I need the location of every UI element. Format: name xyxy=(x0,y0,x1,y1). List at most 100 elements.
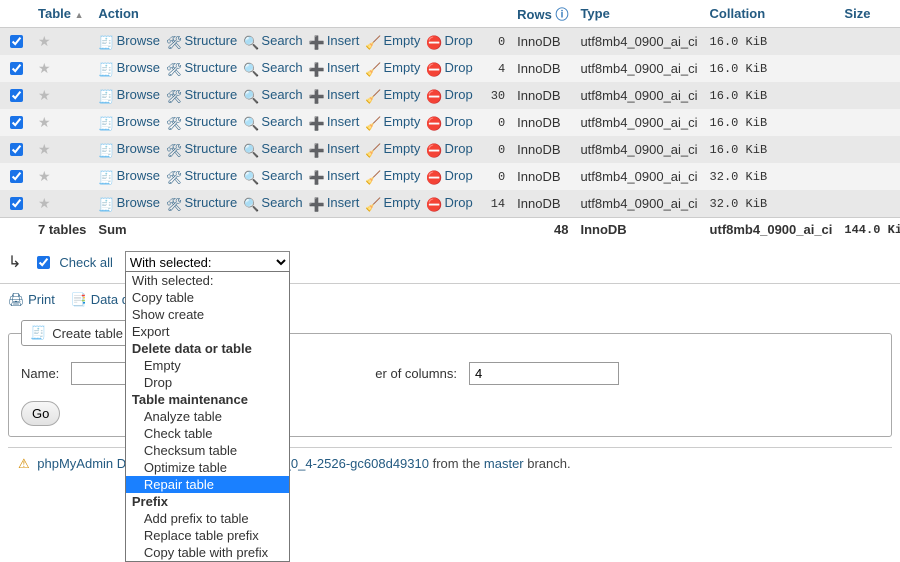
drop-link[interactable]: ⛔Drop xyxy=(426,33,472,48)
insert-link[interactable]: ➕Insert xyxy=(309,195,360,210)
favorite-star-icon[interactable]: ★ xyxy=(38,195,51,211)
browse-link[interactable]: 🧾Browse xyxy=(98,60,160,75)
opt-with-selected[interactable]: With selected: xyxy=(126,272,289,289)
check-all-checkbox[interactable] xyxy=(37,256,50,269)
opt-check[interactable]: Check table xyxy=(126,425,289,442)
row-checkbox[interactable] xyxy=(10,197,23,210)
search-link[interactable]: 🔍Search xyxy=(243,114,302,129)
empty-icon: 🧹 xyxy=(365,62,381,78)
drop-link[interactable]: ⛔Drop xyxy=(426,195,472,210)
row-checkbox[interactable] xyxy=(10,89,23,102)
help-icon[interactable]: ⓘ xyxy=(555,7,568,22)
structure-link[interactable]: 🛠Structure xyxy=(166,60,237,75)
opt-checksum[interactable]: Checksum table xyxy=(126,442,289,459)
drop-link[interactable]: ⛔Drop xyxy=(426,60,472,75)
row-checkbox[interactable] xyxy=(10,116,23,129)
optgroup-delete: Delete data or table xyxy=(126,340,289,357)
empty-link[interactable]: 🧹Empty xyxy=(365,114,420,129)
row-size: 16.0 KiB xyxy=(704,28,839,56)
structure-icon: 🛠 xyxy=(166,143,183,159)
favorite-star-icon[interactable]: ★ xyxy=(38,141,51,157)
drop-link[interactable]: ⛔Drop xyxy=(426,87,472,102)
empty-link[interactable]: 🧹Empty xyxy=(365,195,420,210)
browse-link[interactable]: 🧾Browse xyxy=(98,33,160,48)
empty-link[interactable]: 🧹Empty xyxy=(365,168,420,183)
row-count: 0 xyxy=(485,136,511,163)
empty-link[interactable]: 🧹Empty xyxy=(365,87,420,102)
row-count: 0 xyxy=(485,28,511,56)
col-size[interactable]: Size xyxy=(838,0,900,28)
summary-size: 144.0 KiB xyxy=(838,218,900,242)
insert-link[interactable]: ➕Insert xyxy=(309,168,360,183)
row-collation: utf8mb4_0900_ai_ci xyxy=(574,82,703,109)
col-collation[interactable]: Collation xyxy=(704,0,839,28)
print-link[interactable]: 🖨 Print xyxy=(8,292,55,308)
browse-link[interactable]: 🧾Browse xyxy=(98,195,160,210)
opt-replace-prefix[interactable]: Replace table prefix xyxy=(126,527,289,544)
browse-link[interactable]: 🧾Browse xyxy=(98,168,160,183)
favorite-star-icon[interactable]: ★ xyxy=(38,60,51,76)
structure-link[interactable]: 🛠Structure xyxy=(166,87,237,102)
browse-link[interactable]: 🧾Browse xyxy=(98,141,160,156)
search-link[interactable]: 🔍Search xyxy=(243,60,302,75)
search-link[interactable]: 🔍Search xyxy=(243,168,302,183)
empty-link[interactable]: 🧹Empty xyxy=(365,60,420,75)
structure-link[interactable]: 🛠Structure xyxy=(166,141,237,156)
drop-icon: ⛔ xyxy=(426,35,442,51)
opt-copy-table[interactable]: Copy table xyxy=(126,289,289,306)
browse-link[interactable]: 🧾Browse xyxy=(98,87,160,102)
insert-link[interactable]: ➕Insert xyxy=(309,33,360,48)
structure-link[interactable]: 🛠Structure xyxy=(166,168,237,183)
opt-copy-prefix[interactable]: Copy table with prefix xyxy=(126,544,289,561)
master-branch-link[interactable]: master xyxy=(484,456,524,471)
opt-drop[interactable]: Drop xyxy=(126,374,289,391)
structure-link[interactable]: 🛠Structure xyxy=(166,33,237,48)
opt-analyze[interactable]: Analyze table xyxy=(126,408,289,425)
opt-add-prefix[interactable]: Add prefix to table xyxy=(126,510,289,527)
empty-link[interactable]: 🧹Empty xyxy=(365,33,420,48)
insert-link[interactable]: ➕Insert xyxy=(309,60,360,75)
favorite-star-icon[interactable]: ★ xyxy=(38,87,51,103)
columns-input[interactable] xyxy=(469,362,619,385)
go-button[interactable]: Go xyxy=(21,401,60,426)
opt-repair[interactable]: Repair table xyxy=(126,476,289,493)
search-link[interactable]: 🔍Search xyxy=(243,33,302,48)
row-checkbox[interactable] xyxy=(10,62,23,75)
structure-icon: 🛠 xyxy=(166,35,183,51)
favorite-star-icon[interactable]: ★ xyxy=(38,168,51,184)
browse-link[interactable]: 🧾Browse xyxy=(98,114,160,129)
col-table[interactable]: Table ▲ xyxy=(32,0,92,28)
search-link[interactable]: 🔍Search xyxy=(243,141,302,156)
row-checkbox[interactable] xyxy=(10,170,23,183)
structure-link[interactable]: 🛠Structure xyxy=(166,195,237,210)
opt-optimize[interactable]: Optimize table xyxy=(126,459,289,476)
empty-link[interactable]: 🧹Empty xyxy=(365,141,420,156)
search-link[interactable]: 🔍Search xyxy=(243,87,302,102)
col-rows[interactable]: Rows ⓘ xyxy=(511,0,574,28)
row-checkbox[interactable] xyxy=(10,35,23,48)
row-size: 16.0 KiB xyxy=(704,82,839,109)
search-link[interactable]: 🔍Search xyxy=(243,195,302,210)
table-row: ★ 🧾Browse 🛠Structure 🔍Search ➕Insert 🧹Empty ⛔D… xyxy=(0,55,900,82)
with-selected-select[interactable]: With selected: xyxy=(125,251,290,273)
row-checkbox[interactable] xyxy=(10,143,23,156)
browse-icon: 🧾 xyxy=(98,116,114,132)
warning-icon: ⚠ xyxy=(18,456,30,472)
drop-link[interactable]: ⛔Drop xyxy=(426,114,472,129)
opt-export[interactable]: Export xyxy=(126,323,289,340)
col-type[interactable]: Type xyxy=(574,0,703,28)
drop-link[interactable]: ⛔Drop xyxy=(426,168,472,183)
insert-link[interactable]: ➕Insert xyxy=(309,141,360,156)
favorite-star-icon[interactable]: ★ xyxy=(38,114,51,130)
structure-link[interactable]: 🛠Structure xyxy=(166,114,237,129)
drop-link[interactable]: ⛔Drop xyxy=(426,141,472,156)
opt-empty[interactable]: Empty xyxy=(126,357,289,374)
favorite-star-icon[interactable]: ★ xyxy=(38,33,51,49)
insert-link[interactable]: ➕Insert xyxy=(309,114,360,129)
insert-icon: ➕ xyxy=(309,62,325,78)
drop-icon: ⛔ xyxy=(426,116,442,132)
check-all[interactable]: Check all xyxy=(33,253,112,272)
insert-link[interactable]: ➕Insert xyxy=(309,87,360,102)
with-selected-dropdown[interactable]: With selected: Copy table Show create Ex… xyxy=(125,271,290,562)
opt-show-create[interactable]: Show create xyxy=(126,306,289,323)
